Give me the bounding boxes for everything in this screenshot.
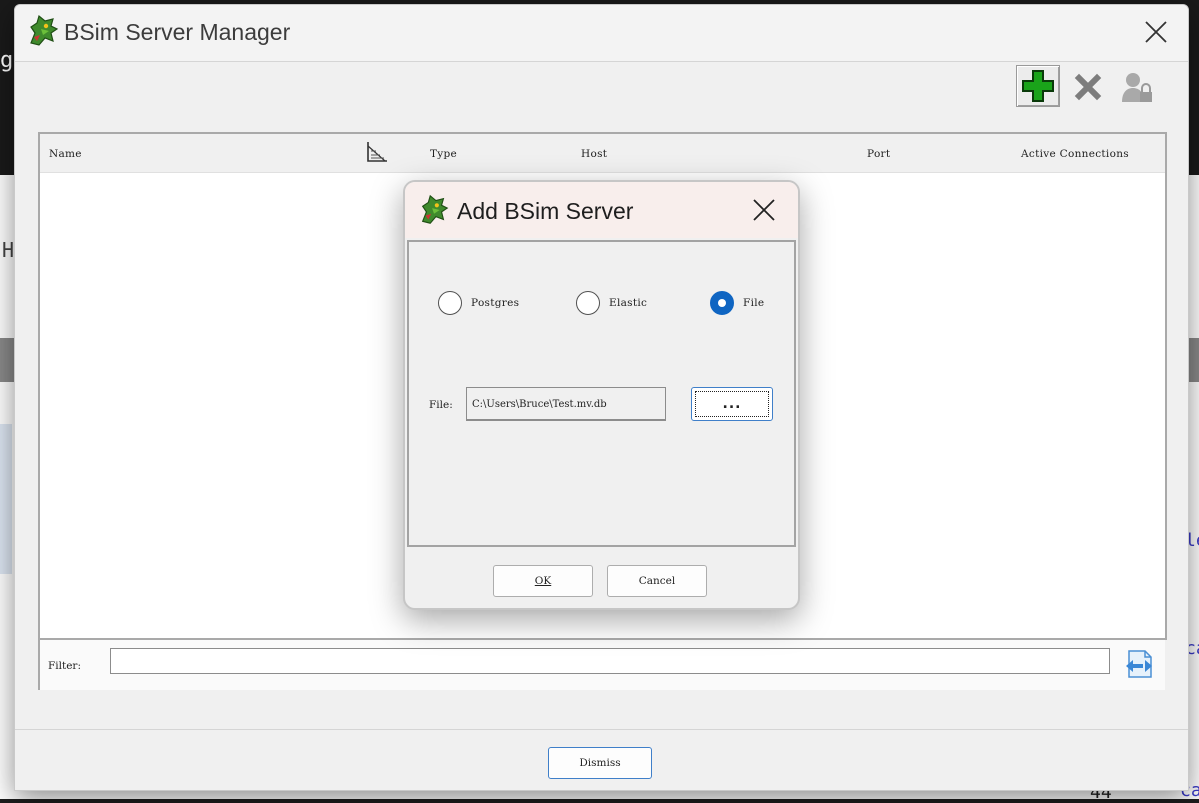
footer-divider xyxy=(15,729,1188,730)
background-band-left xyxy=(0,338,14,382)
add-server-button[interactable] xyxy=(1016,65,1060,107)
background-side-panel xyxy=(0,424,12,574)
user-lock-icon xyxy=(1122,73,1152,102)
column-header-active-connections[interactable]: Active Connections xyxy=(1021,148,1129,160)
dialog-title: Add BSim Server xyxy=(457,198,634,224)
dismiss-button[interactable]: Dismiss xyxy=(548,747,652,779)
filter-bar: Filter: xyxy=(38,638,1165,690)
column-header-type[interactable]: Type xyxy=(430,148,457,160)
dismiss-label: Dismiss xyxy=(579,757,621,769)
window-title: BSim Server Manager xyxy=(64,19,291,45)
remove-server-button[interactable] xyxy=(1067,67,1109,107)
browse-button[interactable]: ... xyxy=(691,387,773,421)
browse-label: ... xyxy=(695,391,769,417)
radio-postgres[interactable]: Postgres xyxy=(438,291,519,315)
radio-label: Elastic xyxy=(609,297,648,309)
cancel-label: Cancel xyxy=(638,575,676,587)
column-header-name[interactable]: Name xyxy=(49,148,82,160)
radio-label: File xyxy=(743,297,765,309)
radio-label: Postgres xyxy=(471,297,520,309)
ok-label: OK xyxy=(534,575,552,587)
radio-file[interactable]: File xyxy=(710,291,764,315)
column-header-host[interactable]: Host xyxy=(581,148,607,160)
radio-button-selected[interactable] xyxy=(710,291,734,315)
cancel-button[interactable]: Cancel xyxy=(607,565,707,597)
dialog-body: Postgres Elastic File File: C:\Users\Bru… xyxy=(407,240,796,547)
dialog-titlebar[interactable]: Add BSim Server xyxy=(405,182,798,238)
file-path-field[interactable]: C:\Users\Bruce\Test.mv.db xyxy=(466,387,666,421)
filter-label: Filter: xyxy=(48,660,81,672)
table-header: Name Type Host Port Active Connections xyxy=(40,134,1165,173)
radio-button[interactable] xyxy=(576,291,600,315)
background-text: H xyxy=(2,238,15,262)
radio-elastic[interactable]: Elastic xyxy=(576,291,647,315)
ok-button[interactable]: OK xyxy=(493,565,593,597)
add-bsim-server-dialog: Add BSim Server Postgres Elastic File Fi… xyxy=(403,180,800,610)
ghidra-dragon-icon xyxy=(421,194,449,224)
green-plus-icon xyxy=(1022,70,1054,102)
window-titlebar[interactable]: BSim Server Manager xyxy=(15,5,1188,61)
ghidra-dragon-icon xyxy=(30,14,59,46)
close-icon[interactable] xyxy=(751,197,777,223)
gray-x-icon xyxy=(1074,73,1102,101)
close-icon[interactable] xyxy=(1143,19,1169,45)
manage-user-button[interactable] xyxy=(1116,67,1158,107)
file-label: File: xyxy=(429,399,453,411)
sort-icon[interactable] xyxy=(365,140,389,164)
column-header-port[interactable]: Port xyxy=(867,148,890,160)
radio-button[interactable] xyxy=(438,291,462,315)
filter-input[interactable] xyxy=(110,648,1110,674)
filter-options-icon[interactable] xyxy=(1123,648,1155,680)
